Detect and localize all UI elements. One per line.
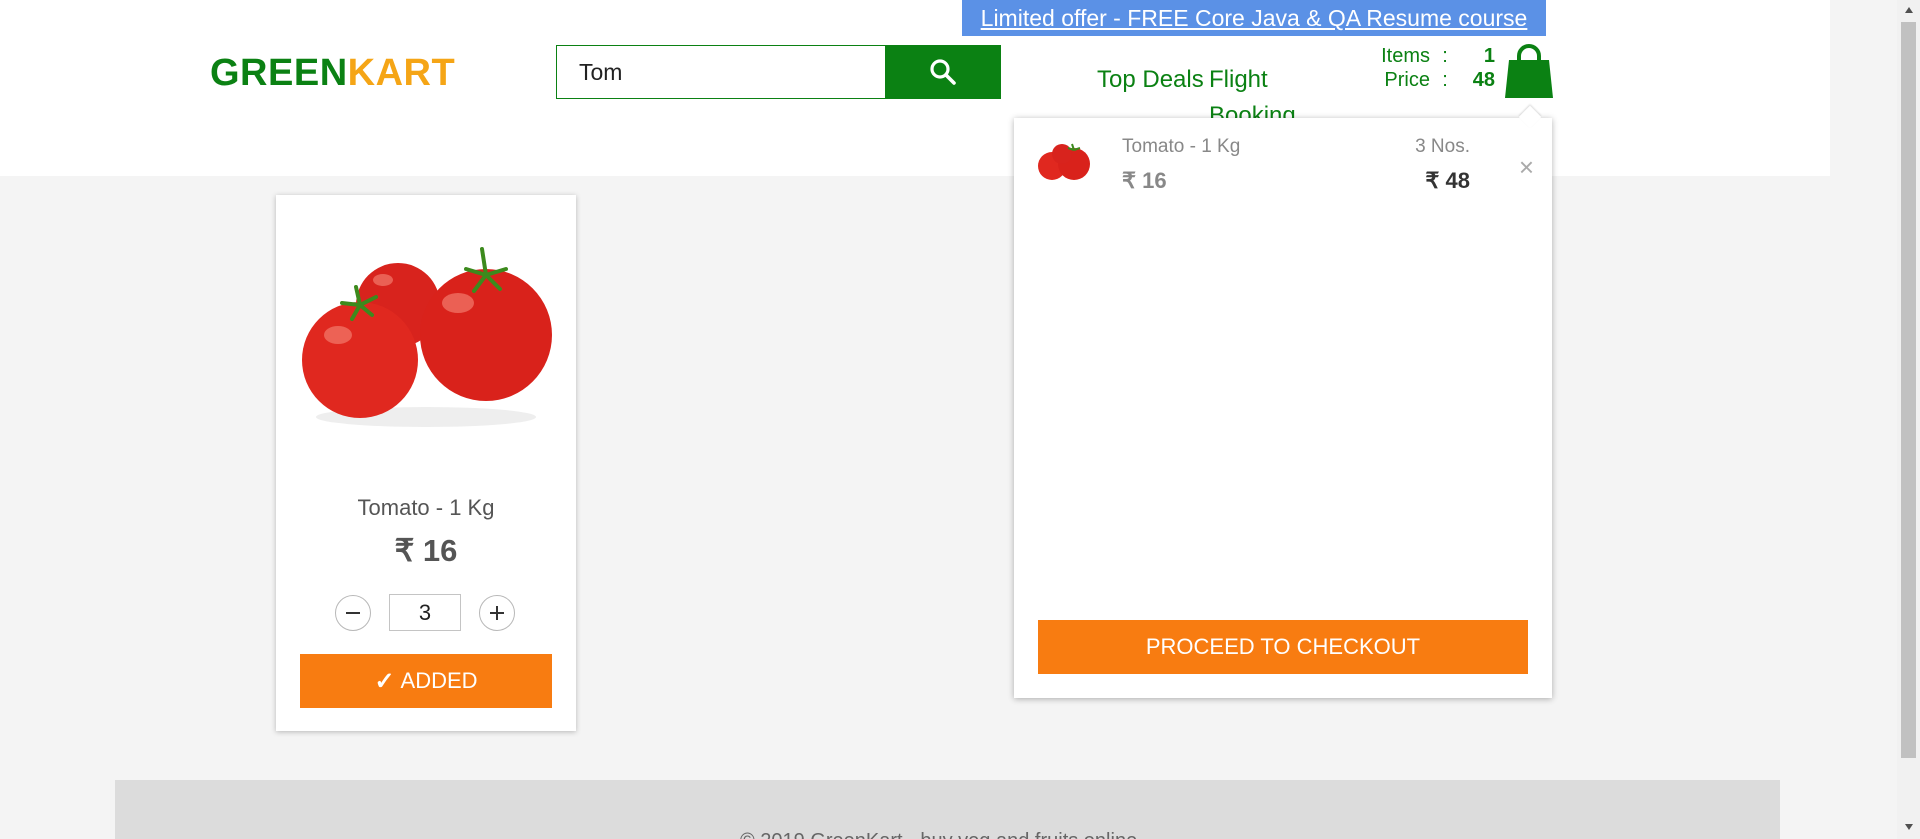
brand-logo[interactable]: GREENKART — [210, 52, 455, 95]
scroll-up-button[interactable] — [1897, 0, 1920, 20]
added-to-cart-button[interactable]: ✓ ADDED — [300, 654, 552, 708]
quantity-input[interactable] — [389, 594, 461, 631]
checkmark-icon: ✓ — [374, 667, 395, 695]
footer-text: © 2019 GreenKart - buy veg and fruits on… — [740, 830, 1137, 839]
cart-preview-popup: Tomato - 1 Kg ₹ 16 3 Nos. ₹ 48 × PROCEED… — [1014, 105, 1552, 698]
added-label: ADDED — [400, 668, 478, 693]
minus-icon — [346, 612, 360, 614]
search-icon — [930, 59, 956, 85]
cart-items-row: Items : 1 — [1360, 44, 1495, 68]
search-button[interactable] — [885, 45, 1001, 99]
product-name: Tomato - 1 Kg — [357, 495, 495, 520]
vertical-scrollbar[interactable] — [1897, 0, 1920, 839]
cart-price-value: 48 — [1472, 68, 1495, 91]
increment-button[interactable] — [479, 595, 515, 631]
scrollbar-thumb[interactable] — [1901, 22, 1916, 758]
cart-item-price: ₹ 16 — [1122, 168, 1167, 193]
nav-top-deals[interactable]: Top Deals — [1097, 62, 1207, 98]
cart-items-count: 1 — [1483, 44, 1495, 67]
scroll-down-button[interactable] — [1897, 817, 1920, 837]
cart-item-amount: ₹ 48 — [1425, 168, 1470, 193]
limited-offer-link[interactable]: Limited offer - FREE Core Java & QA Resu… — [981, 5, 1528, 31]
cart-item-quantity: 3 Nos. — [1415, 136, 1470, 157]
cart-price-label: Price — [1384, 68, 1430, 91]
decrement-button[interactable] — [335, 595, 371, 631]
arrow-up-icon — [1904, 7, 1913, 13]
limited-offer-banner: Limited offer - FREE Core Java & QA Resu… — [962, 0, 1546, 36]
cart-summary: Items : 1 Price : 48 — [1360, 44, 1495, 92]
cart-price-separator: : — [1442, 68, 1448, 91]
plus-icon — [490, 606, 504, 620]
product-card: Tomato - 1 Kg ₹ 16 ✓ ADDED — [276, 195, 576, 731]
arrow-down-icon — [1904, 824, 1913, 830]
logo-green-text: GREEN — [210, 52, 348, 94]
search-input[interactable] — [556, 45, 886, 99]
footer: © 2019 GreenKart - buy veg and fruits on… — [115, 780, 1780, 839]
proceed-to-checkout-button[interactable]: PROCEED TO CHECKOUT — [1038, 620, 1528, 674]
header: GREENKART Limited offer - FREE Core Java… — [0, 0, 1830, 176]
tomato-image — [302, 247, 552, 427]
cart-items-label: Items — [1381, 44, 1430, 67]
search-bar — [556, 45, 1001, 99]
cart-price-row: Price : 48 — [1360, 68, 1495, 92]
shopping-bag-icon — [1505, 44, 1553, 98]
cart-item-image — [1038, 143, 1090, 180]
product-price: ₹ 16 — [394, 533, 458, 568]
cart-button[interactable] — [1503, 44, 1555, 100]
logo-kart-text: KART — [347, 52, 456, 94]
cart-item-name: Tomato - 1 Kg — [1122, 136, 1241, 157]
cart-items-separator: : — [1442, 44, 1448, 67]
remove-item-icon[interactable]: × — [1519, 152, 1534, 183]
